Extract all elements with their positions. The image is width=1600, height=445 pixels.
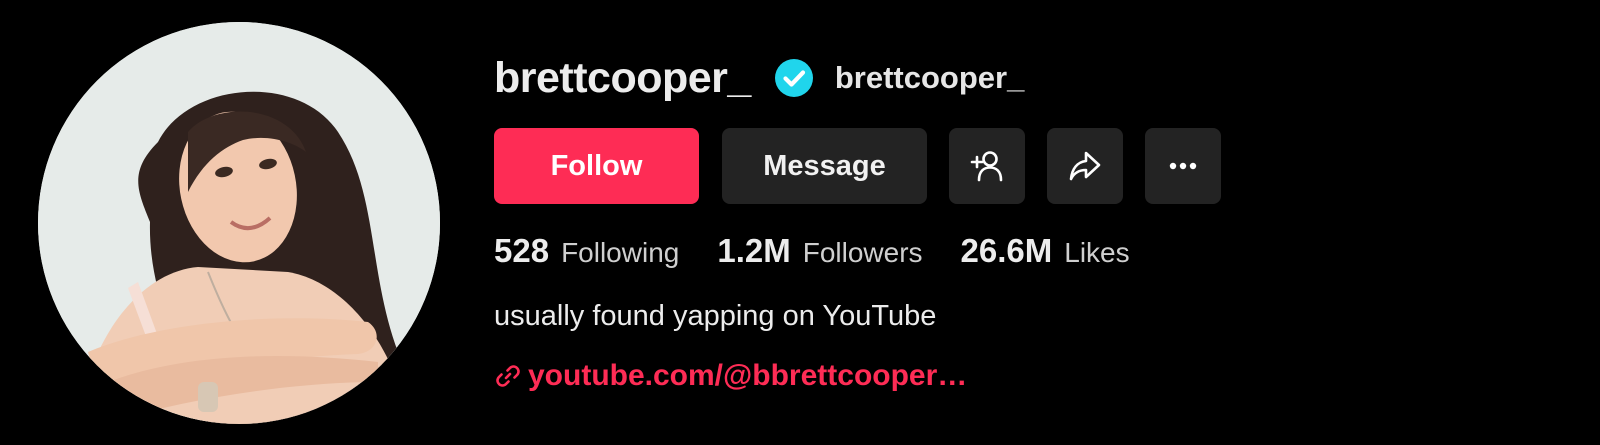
link-chain-icon	[494, 362, 522, 390]
avatar-photo	[38, 22, 440, 424]
bio: usually found yapping on YouTube	[494, 300, 937, 332]
stat-likes: 26.6M Likes	[961, 232, 1130, 270]
stat-following[interactable]: 528 Following	[494, 232, 679, 270]
profile-link-text[interactable]: youtube.com/@bbrettcooper…	[528, 359, 967, 393]
follow-button[interactable]: Follow	[494, 128, 699, 204]
profile-info: brettcooper_ brettcooper_ Follow Message	[494, 50, 1554, 393]
suggested-accounts-button[interactable]	[949, 128, 1025, 204]
more-dots-icon	[1164, 147, 1202, 185]
stats-row: 528 Following 1.2M Followers 26.6M Likes	[494, 232, 1554, 270]
following-count: 528	[494, 232, 550, 269]
profile-link[interactable]: youtube.com/@bbrettcooper…	[494, 359, 1554, 393]
likes-label: Likes	[1064, 237, 1130, 268]
message-button[interactable]: Message	[722, 128, 927, 204]
following-label: Following	[561, 237, 680, 268]
more-options-button[interactable]	[1145, 128, 1221, 204]
share-button[interactable]	[1047, 128, 1123, 204]
verified-badge-icon	[774, 59, 813, 97]
action-buttons: Follow Message	[494, 128, 1554, 204]
followers-count: 1.2M	[717, 232, 791, 269]
add-user-icon	[968, 147, 1006, 185]
share-arrow-icon	[1066, 147, 1104, 185]
username: brettcooper_	[494, 53, 751, 102]
profile-header: brettcooper_ brettcooper_ Follow Message	[0, 0, 1600, 445]
nickname: brettcooper_	[834, 60, 1025, 95]
followers-label: Followers	[802, 237, 923, 268]
avatar[interactable]	[38, 22, 440, 424]
name-row: brettcooper_ brettcooper_	[494, 50, 1554, 106]
stat-followers[interactable]: 1.2M Followers	[717, 232, 922, 270]
likes-count: 26.6M	[960, 232, 1053, 269]
